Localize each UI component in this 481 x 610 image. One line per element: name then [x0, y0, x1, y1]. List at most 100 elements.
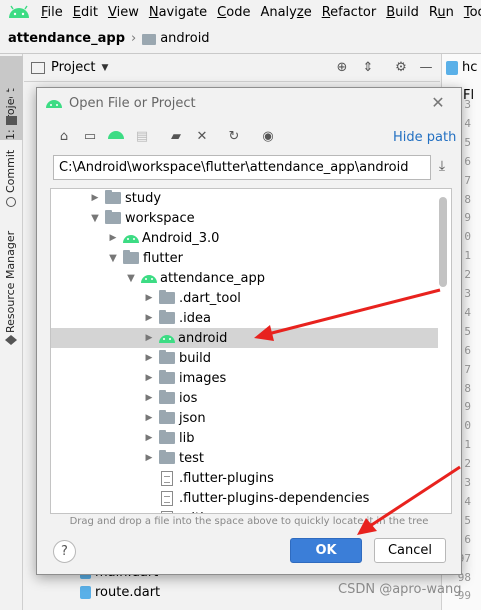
menu-file[interactable]: File: [36, 5, 68, 20]
folder-icon: [123, 250, 139, 264]
editor-tab[interactable]: hc: [446, 58, 481, 80]
breadcrumb-project[interactable]: attendance_app: [8, 31, 125, 46]
menu-code[interactable]: Code: [212, 5, 255, 20]
chevron-down-icon[interactable]: ▼: [125, 273, 137, 284]
tree-row-label: study: [125, 190, 162, 206]
breadcrumb: attendance_app › android: [0, 24, 481, 54]
tree-row[interactable]: .flutter-plugins: [51, 468, 438, 488]
line-number: 6: [464, 154, 471, 168]
chevron-right-icon[interactable]: ▶: [143, 293, 155, 303]
menu-build[interactable]: Build: [381, 5, 424, 20]
line-number: 3: [464, 98, 471, 111]
file-tree: ▶ study ▼ workspace ▶ Android_3.0 ▼ flutter ▼ att…: [50, 188, 452, 514]
project-panel-title[interactable]: Project: [51, 60, 95, 75]
chevron-right-icon[interactable]: ▶: [143, 433, 155, 443]
menu-items: File Edit View Navigate Code Analyze Refactor B…: [36, 5, 481, 20]
android-icon: [141, 273, 157, 283]
chevron-down-icon[interactable]: ▼: [107, 253, 119, 264]
tree-row-label: .dart_tool: [179, 290, 241, 306]
menu-run[interactable]: Run: [424, 5, 459, 20]
gear-icon[interactable]: ⚙: [393, 60, 409, 76]
collapse-all-icon[interactable]: ⇕: [360, 60, 376, 76]
help-button[interactable]: ?: [53, 540, 76, 563]
tree-row-label: .flutter-plugins-dependencies: [179, 490, 370, 506]
line-number: 3: [464, 287, 471, 300]
ok-button[interactable]: OK: [290, 538, 362, 563]
list-item-label: route.dart: [95, 585, 161, 600]
tree-row[interactable]: ▼ workspace: [51, 208, 438, 228]
tree-row[interactable]: ▶ lib: [51, 428, 438, 448]
chevron-right-icon[interactable]: ▶: [143, 353, 155, 363]
locate-icon[interactable]: ⊕: [334, 60, 350, 76]
hide-icon[interactable]: —: [418, 60, 434, 76]
chevron-right-icon[interactable]: ▶: [107, 233, 119, 243]
tree-row[interactable]: ▶ images: [51, 368, 438, 388]
tree-row[interactable]: ▶ json: [51, 408, 438, 428]
line-number: 6: [464, 532, 471, 546]
home-icon[interactable]: ⌂: [55, 128, 73, 146]
dialog-toolbar: ⌂ ▭ ▤ ▰ ✕ ↻ ◉ Hide path: [37, 126, 461, 150]
desktop-icon[interactable]: ▭: [81, 128, 99, 146]
menu-navigate[interactable]: Navigate: [144, 5, 212, 20]
line-number: 0: [464, 419, 471, 433]
tree-row[interactable]: ▶ Android_3.0: [51, 228, 438, 248]
chevron-right-icon[interactable]: ▶: [143, 313, 155, 323]
tree-row[interactable]: ▶ build: [51, 348, 438, 368]
menu-tools[interactable]: Tools: [459, 5, 481, 20]
android-icon: [123, 233, 139, 243]
delete-icon[interactable]: ✕: [193, 128, 211, 146]
tree-row[interactable]: ▶ test: [51, 448, 438, 468]
chevron-right-icon[interactable]: ▶: [89, 193, 101, 203]
tree-row[interactable]: ▶ ios: [51, 388, 438, 408]
tree-row[interactable]: ▶ study: [51, 189, 438, 208]
module-icon[interactable]: ▤: [133, 128, 151, 146]
refresh-icon[interactable]: ↻: [225, 128, 243, 146]
line-number: 5: [464, 513, 471, 527]
download-icon[interactable]: ⤓: [432, 158, 452, 178]
chevron-down-icon[interactable]: ▼: [89, 213, 101, 224]
editor-tab-label: hc: [462, 60, 478, 75]
breadcrumb-folder[interactable]: android: [160, 31, 209, 46]
tree-row-label: images: [179, 370, 227, 386]
folder-icon: [159, 370, 175, 384]
hide-path-link[interactable]: Hide path: [393, 130, 456, 145]
line-number: 9: [464, 400, 471, 414]
menu-analyze[interactable]: Analyze: [255, 5, 316, 20]
android-studio-logo-icon: [45, 97, 63, 109]
dialog-titlebar[interactable]: Open File or Project: [37, 88, 461, 118]
folder-icon: [159, 410, 175, 424]
tree-scrollbar[interactable]: [439, 197, 447, 287]
close-icon[interactable]: ✕: [429, 94, 447, 112]
android-studio-logo-icon: [8, 4, 30, 20]
menu-view[interactable]: View: [103, 5, 144, 20]
path-input[interactable]: [53, 155, 431, 180]
new-folder-icon[interactable]: ▰: [167, 128, 185, 146]
chevron-right-icon[interactable]: ▶: [143, 393, 155, 403]
project-dir-icon[interactable]: [107, 128, 125, 146]
menu-refactor[interactable]: Refactor: [317, 5, 382, 20]
line-number: 5: [464, 135, 471, 149]
folder-icon: [159, 390, 175, 404]
tree-row-label: attendance_app: [160, 270, 265, 286]
line-number: 5: [464, 324, 471, 338]
tree-row[interactable]: ▼ attendance_app: [51, 268, 438, 288]
cancel-button[interactable]: Cancel: [374, 538, 446, 563]
chevron-right-icon[interactable]: ▶: [143, 373, 155, 383]
tree-row[interactable]: ▶ .dart_tool: [51, 288, 438, 308]
folder-icon: [159, 430, 175, 444]
file-icon: [161, 470, 173, 486]
menu-edit[interactable]: Edit: [68, 5, 103, 20]
tree-row[interactable]: .gitignore: [51, 508, 438, 513]
list-item[interactable]: route.dart: [80, 585, 160, 600]
tree-row[interactable]: .flutter-plugins-dependencies: [51, 488, 438, 508]
chevron-right-icon[interactable]: ▶: [143, 413, 155, 423]
tree-row[interactable]: ▶ android: [51, 328, 438, 348]
tree-row-label: workspace: [125, 210, 195, 226]
show-hidden-icon[interactable]: ◉: [259, 128, 277, 146]
tree-row[interactable]: ▼ flutter: [51, 248, 438, 268]
tab-resource-manager[interactable]: Resource Manager: [0, 231, 23, 443]
tree-row[interactable]: ▶ .idea: [51, 308, 438, 328]
chevron-right-icon[interactable]: ▶: [143, 453, 155, 463]
chevron-down-icon[interactable]: ▼: [101, 63, 108, 73]
chevron-right-icon[interactable]: ▶: [143, 333, 155, 343]
